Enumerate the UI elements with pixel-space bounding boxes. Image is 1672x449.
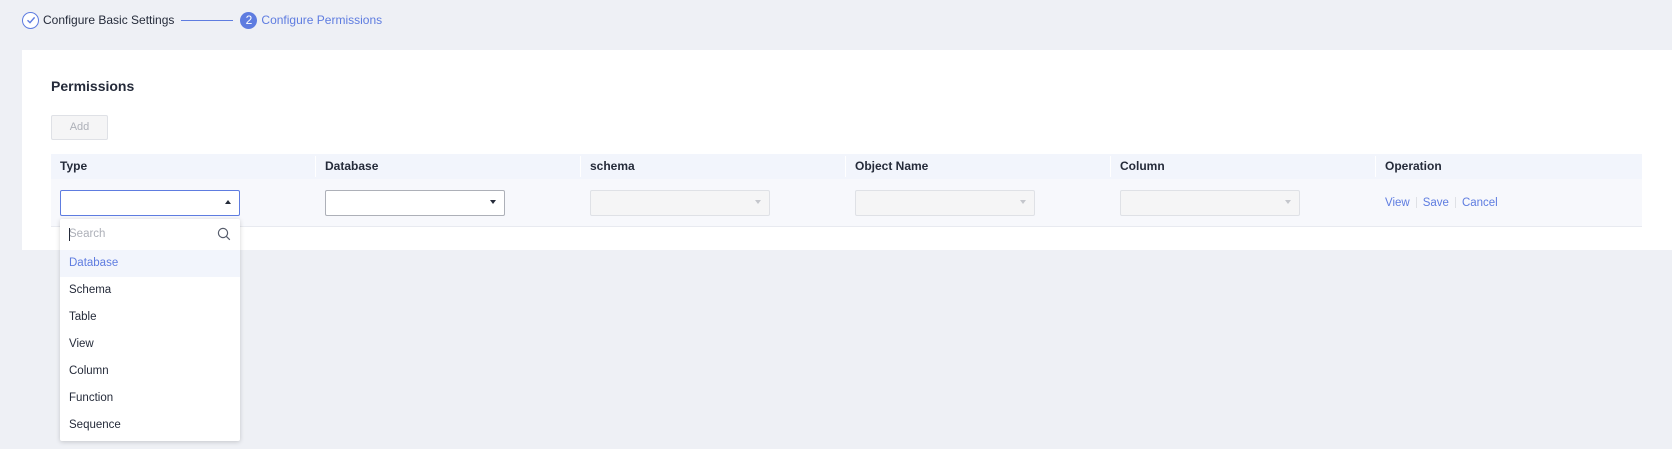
add-button[interactable]: Add	[51, 115, 108, 140]
save-link[interactable]: Save	[1423, 197, 1449, 209]
column-header-operation: Operation	[1385, 159, 1442, 173]
cell-operation: View Save Cancel	[1376, 197, 1641, 209]
column-header-schema: schema	[581, 154, 846, 179]
view-link[interactable]: View	[1385, 197, 1410, 209]
page-title: Permissions	[51, 78, 135, 94]
option-function[interactable]: Function	[60, 385, 240, 412]
steps-bar: Configure Basic Settings 2 Configure Per…	[22, 10, 382, 30]
cell-schema	[581, 189, 846, 216]
chevron-down-icon	[1285, 199, 1291, 204]
object-name-select	[855, 189, 1035, 216]
cell-column	[1111, 189, 1376, 216]
schema-select	[590, 189, 770, 216]
option-schema[interactable]: Schema	[60, 277, 240, 304]
chevron-up-icon	[225, 199, 231, 204]
column-select	[1120, 189, 1300, 216]
option-sequence[interactable]: Sequence	[60, 412, 240, 439]
divider	[1415, 197, 1417, 208]
divider	[1454, 197, 1456, 208]
step-number-badge: 2	[240, 11, 258, 29]
table-row: View Save Cancel	[51, 179, 1642, 227]
permissions-table: Type Database schema Object Name Column …	[51, 154, 1642, 227]
column-header-type: Type	[51, 154, 316, 179]
chevron-down-icon	[1020, 199, 1026, 204]
column-header-database: Database	[316, 154, 581, 179]
option-column[interactable]: Column	[60, 358, 240, 385]
type-select[interactable]	[60, 189, 240, 216]
step-configure-permissions[interactable]: Configure Permissions	[261, 13, 382, 27]
database-select[interactable]	[325, 189, 505, 216]
column-header-object-name: Object Name	[846, 154, 1111, 179]
chevron-down-icon	[490, 199, 496, 204]
search-icon	[217, 227, 231, 244]
dropdown-search[interactable]: Search	[69, 225, 231, 245]
cancel-link[interactable]: Cancel	[1462, 197, 1498, 209]
step-basic-settings[interactable]: Configure Basic Settings	[43, 13, 174, 27]
option-database[interactable]: Database	[60, 250, 240, 277]
table-header: Type Database schema Object Name Column …	[51, 154, 1642, 179]
text-cursor	[69, 228, 70, 241]
dropdown-options: Database Schema Table View Column Functi…	[60, 250, 240, 439]
chevron-down-icon	[755, 199, 761, 204]
column-header-column: Column	[1111, 154, 1376, 179]
option-view[interactable]: View	[60, 331, 240, 358]
step-connector	[181, 19, 234, 21]
cell-object-name	[846, 189, 1111, 216]
option-table[interactable]: Table	[60, 304, 240, 331]
check-icon	[22, 11, 39, 29]
permissions-card: Permissions Add Type Database schema Obj…	[22, 50, 1672, 250]
cell-type	[51, 189, 316, 216]
type-dropdown-menu: Search Database Schema Table View Column…	[60, 219, 240, 441]
search-input[interactable]: Search	[69, 228, 105, 240]
cell-database	[316, 189, 581, 216]
